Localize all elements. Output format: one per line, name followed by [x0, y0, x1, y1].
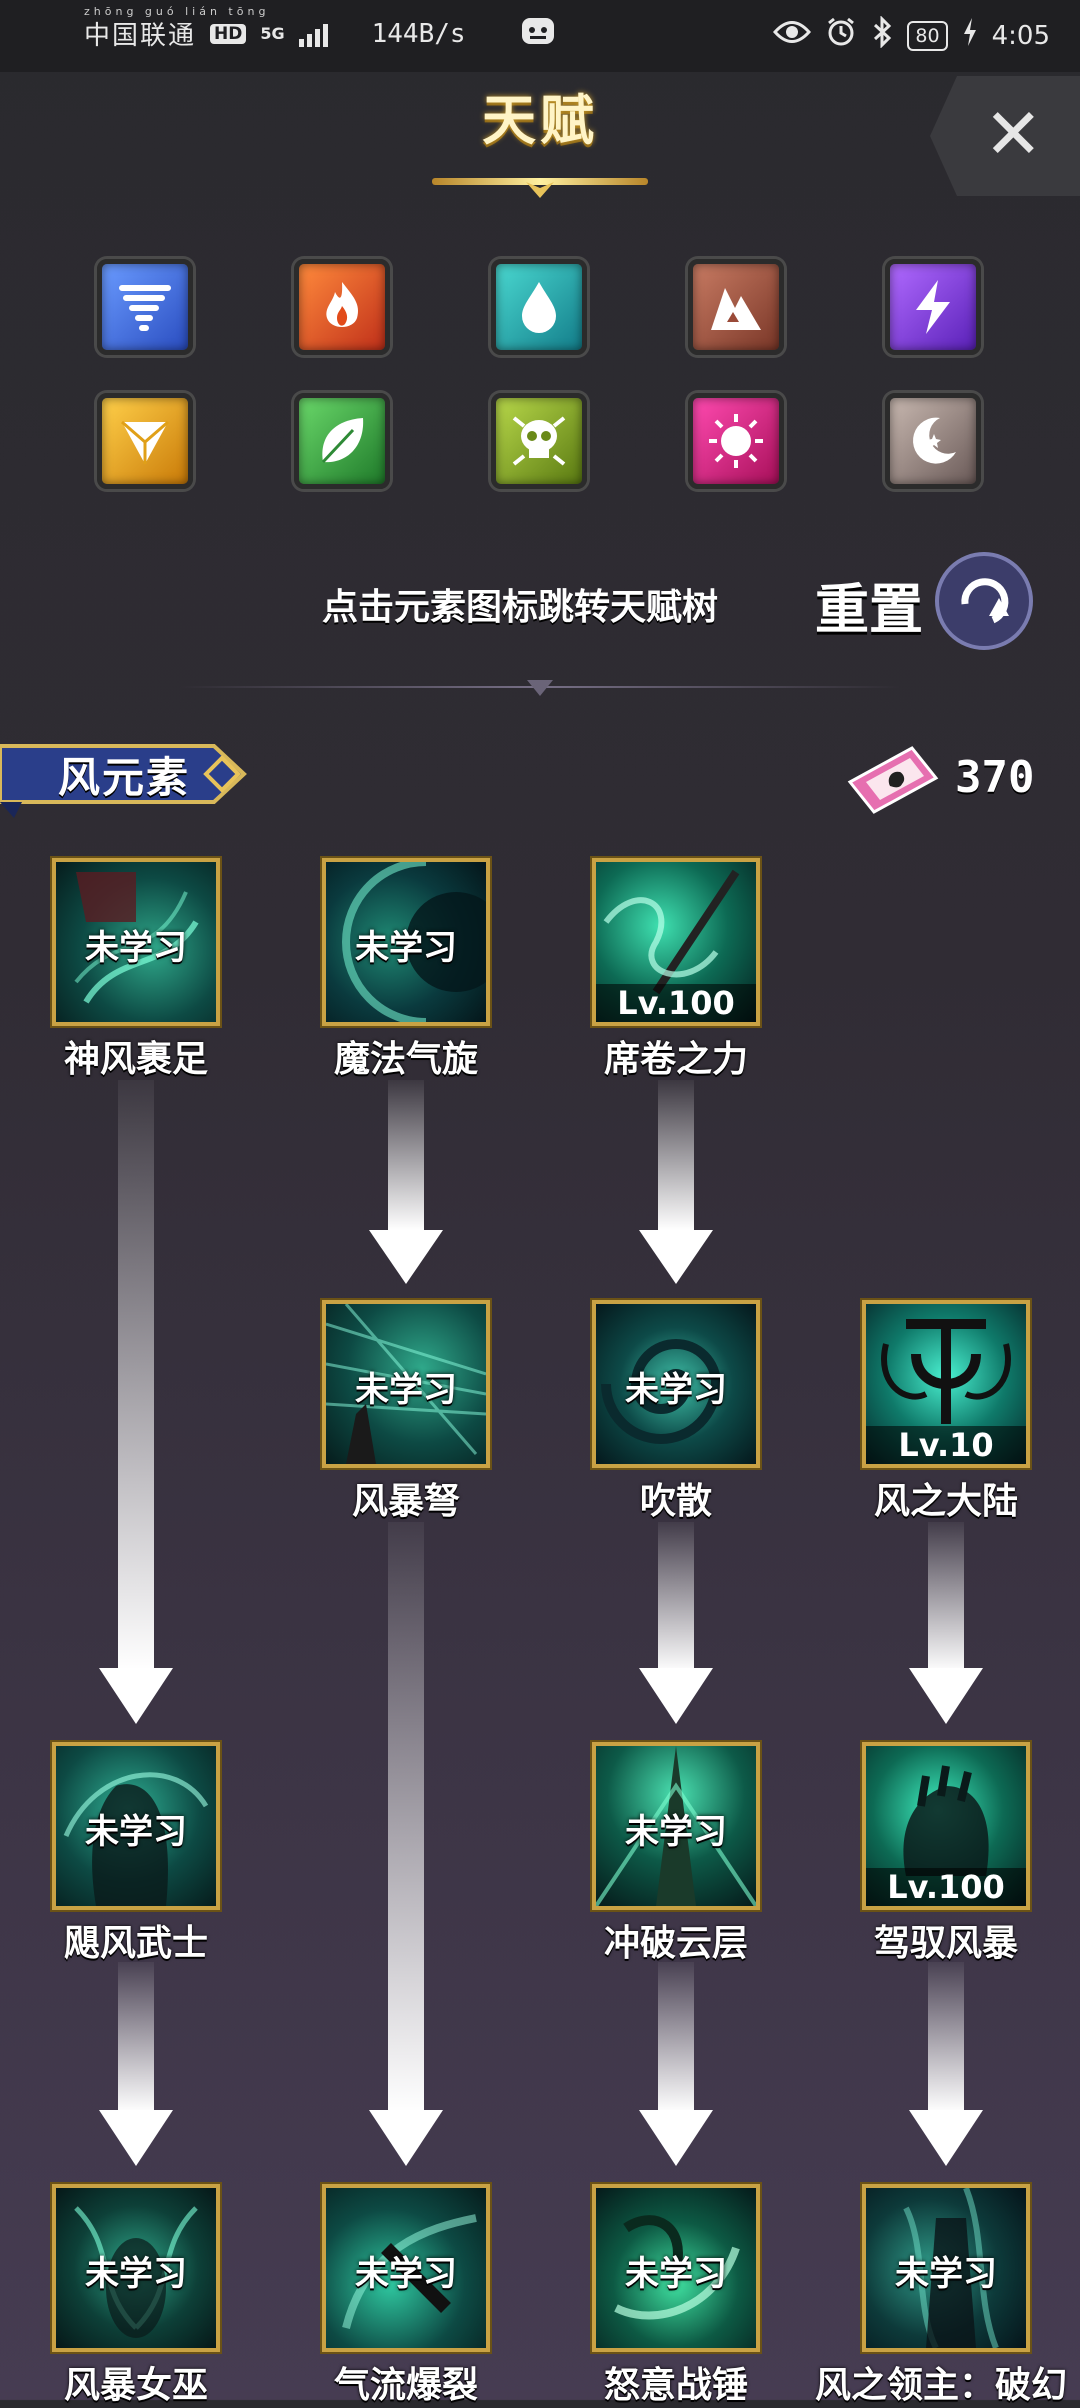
talent-name: 怒意战锤 — [603, 2365, 748, 2406]
talent-name: 风之大陆 — [873, 1481, 1018, 1522]
tree-connectors — [99, 1080, 983, 2166]
talent-node-jufengwushi[interactable]: 未学习 — [52, 1742, 220, 1910]
talent-node-fengbaonu[interactable]: 未学习 — [322, 1300, 490, 1468]
talent-node-fengzhilingzhu[interactable]: 未学习 — [862, 2184, 1030, 2352]
talent-name: 飓风武士 — [63, 1923, 208, 1964]
talent-node-mofaqixuan[interactable]: 未学习 — [322, 858, 490, 1026]
talent-name: 席卷之力 — [603, 1039, 748, 1080]
talent-node-xijuanzhili[interactable]: Lv.100 — [592, 858, 760, 1026]
talent-name: 神风裹足 — [63, 1039, 208, 1080]
talent-name: 吹散 — [639, 1481, 712, 1522]
talent-node-chuisan[interactable]: 未学习 — [592, 1300, 760, 1468]
talent-name: 驾驭风暴 — [873, 1923, 1018, 1964]
talent-name: 气流爆裂 — [333, 2365, 478, 2406]
talent-node-qiliubaolie[interactable]: 未学习 — [322, 2184, 490, 2352]
talent-node-jiayufengbao[interactable]: Lv.100 — [862, 1742, 1030, 1910]
talent-name: 冲破云层 — [603, 1923, 748, 1964]
talent-node-shenfengguozu[interactable]: 未学习 — [52, 858, 220, 1026]
talent-node-fengzhidalu[interactable]: Lv.10 — [862, 1300, 1030, 1468]
talent-name: 风暴女巫 — [63, 2365, 208, 2406]
talent-name: 风暴弩 — [351, 1481, 460, 1522]
talent-node-nuyizhanchui[interactable]: 未学习 — [592, 2184, 760, 2352]
talent-name: 风之领主：破幻 — [814, 2365, 1067, 2406]
talent-node-fengbaonvwu[interactable]: 未学习 — [52, 2184, 220, 2352]
talent-node-chongpoyunceng[interactable]: 未学习 — [592, 1742, 760, 1910]
talent-name: 魔法气旋 — [333, 1039, 478, 1080]
